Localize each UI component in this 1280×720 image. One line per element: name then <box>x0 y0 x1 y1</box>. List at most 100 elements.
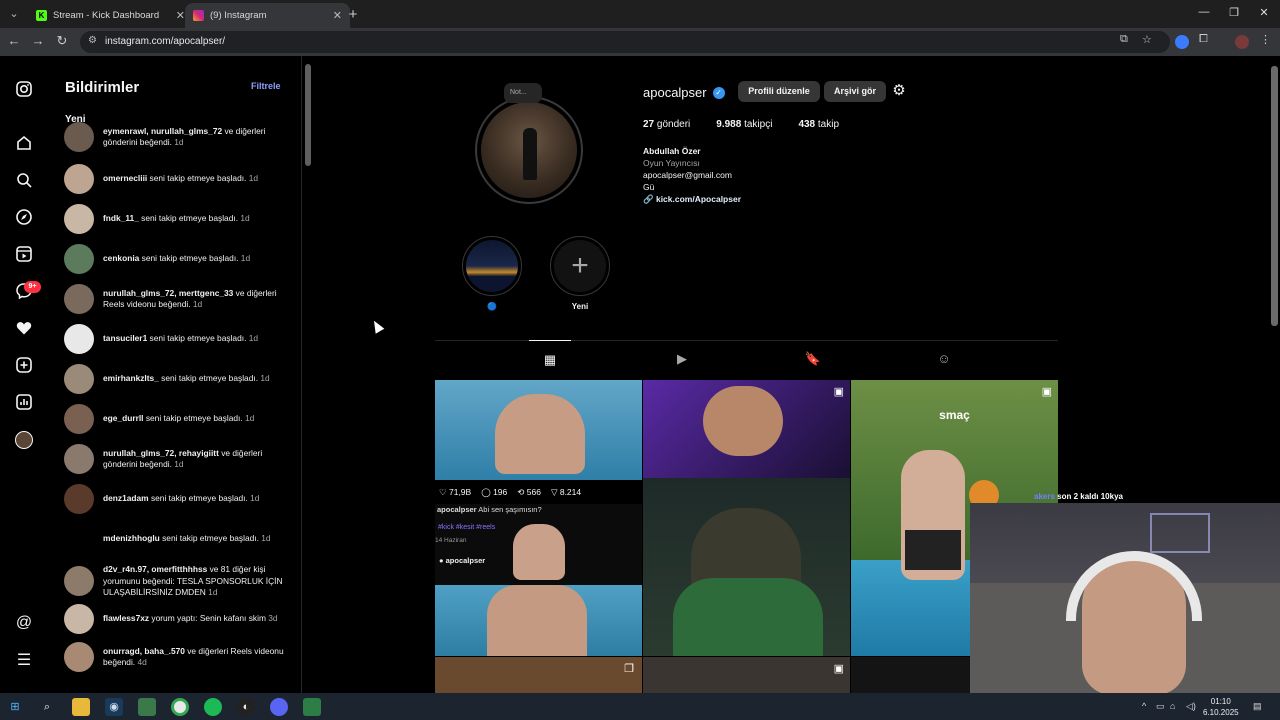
avatar[interactable] <box>64 244 94 274</box>
notification-item[interactable]: cenkonia seni takip etmeye başladı. 1d <box>64 244 292 274</box>
threads-icon[interactable]: @ <box>14 613 34 633</box>
tab-search-button[interactable]: ⌄ <box>4 5 24 23</box>
notification-item[interactable]: onurragd, baha_.570 ve diğerleri Reels v… <box>64 642 292 672</box>
notification-item[interactable]: tansuciler1 seni takip etmeye başladı. 1… <box>64 324 292 354</box>
avatar[interactable] <box>64 444 94 474</box>
tab-posts-grid-icon[interactable]: ▦ <box>529 340 571 369</box>
highlight-new[interactable]: + Yeni <box>550 236 610 311</box>
tab-reels-icon[interactable]: ▶ <box>672 351 692 369</box>
like-count[interactable]: ♡ 71,9B <box>439 487 471 498</box>
taskbar-clock[interactable]: 01:10 6.10.2025 <box>1203 696 1239 718</box>
notifications-heart-icon[interactable] <box>14 319 34 339</box>
avatar[interactable] <box>64 284 94 314</box>
reels-icon[interactable] <box>14 245 34 265</box>
avatar[interactable] <box>64 566 94 597</box>
explore-compass-icon[interactable] <box>14 208 34 228</box>
notification-item[interactable]: emirhankzlts_ seni takip etmeye başladı.… <box>64 364 292 394</box>
note-bubble[interactable]: Not... <box>504 83 542 103</box>
file-explorer-icon[interactable] <box>72 698 90 716</box>
avatar[interactable] <box>64 642 94 672</box>
minimize-button[interactable]: — <box>1194 6 1214 18</box>
discord-icon[interactable] <box>270 698 288 716</box>
profile-avatar-icon[interactable] <box>14 430 34 450</box>
edit-profile-button[interactable]: Profili düzenle <box>738 81 820 102</box>
tray-app-icon[interactable]: ▭ <box>1156 701 1165 712</box>
avatar[interactable] <box>64 324 94 354</box>
tab-kick[interactable]: K Stream - Kick Dashboard ✕ <box>28 3 193 28</box>
reel-tile[interactable]: ▣ <box>643 380 850 656</box>
reel-tile[interactable]: ▣ <box>643 657 850 693</box>
following-count[interactable]: 438 takip <box>798 119 839 130</box>
followers-count[interactable]: 9.988 takipçi <box>716 119 772 130</box>
volume-icon[interactable]: ◁) <box>1186 701 1196 712</box>
spotify-icon[interactable] <box>204 698 222 716</box>
store-icon[interactable] <box>138 698 156 716</box>
create-plus-icon[interactable] <box>14 356 34 376</box>
windows-start-icon[interactable]: ⊞ <box>6 698 24 716</box>
repost-count[interactable]: ⟲ 566 <box>517 487 541 498</box>
notification-item[interactable]: flawless7xz yorum yaptı: Senin kafanı sk… <box>64 604 292 634</box>
filter-button[interactable]: Filtrele <box>251 81 281 91</box>
new-tab-button[interactable]: + <box>344 6 362 23</box>
obs-icon[interactable]: ◐ <box>237 698 255 716</box>
close-icon[interactable]: ✕ <box>333 9 342 22</box>
omnibox[interactable]: ⚙ instagram.com/apocalpser/ <box>80 31 1170 53</box>
browser-menu-icon[interactable]: ⋮ <box>1260 33 1271 46</box>
notification-item[interactable]: denz1adam seni takip etmeye başladı. 1d <box>64 484 292 514</box>
forward-button[interactable]: → <box>28 33 48 48</box>
bookmark-star-icon[interactable]: ☆ <box>1142 33 1152 46</box>
network-icon[interactable]: ⌂ <box>1170 701 1175 711</box>
profile-avatar-icon[interactable] <box>1235 35 1249 49</box>
site-info-icon[interactable]: ⚙ <box>88 35 97 46</box>
settings-gear-icon[interactable]: ⚙ <box>890 82 908 100</box>
notification-item[interactable]: omernecliii seni takip etmeye başladı. 1… <box>64 164 292 194</box>
share-count[interactable]: ▽ 8.214 <box>551 487 581 498</box>
tab-instagram[interactable]: (9) Instagram ✕ <box>185 3 350 28</box>
extensions-puzzle-icon[interactable]: ⧠ <box>1199 33 1208 46</box>
more-menu-icon[interactable]: ☰ <box>14 651 34 671</box>
steam-icon[interactable]: ◉ <box>105 698 123 716</box>
post-tile[interactable]: ♡ 71,9B ◯ 196 ⟲ 566 ▽ 8.214 apocalpser A… <box>435 380 642 656</box>
avatar[interactable] <box>64 524 94 554</box>
tab-tagged-icon[interactable]: ☺ <box>934 351 954 369</box>
home-icon[interactable] <box>14 134 34 154</box>
notification-item[interactable]: nurullah_glms_72, rehayigiitt ve diğerle… <box>64 444 292 474</box>
notification-item[interactable]: ege_durrll seni takip etmeye başladı. 1d <box>64 404 292 434</box>
reload-button[interactable]: ↻ <box>52 33 72 49</box>
notification-center-icon[interactable]: ▤ <box>1253 701 1262 712</box>
post-tile[interactable]: ❐ <box>435 657 642 693</box>
search-icon[interactable] <box>14 171 34 191</box>
avatar[interactable] <box>64 364 94 394</box>
notification-item[interactable]: mdenizhhoglu seni takip etmeye başladı. … <box>64 524 292 554</box>
search-icon[interactable]: ⌕ <box>38 698 56 716</box>
notification-item[interactable]: eymenrawl, nurullah_glms_72 ve diğerleri… <box>64 122 292 152</box>
avatar[interactable] <box>64 404 94 434</box>
view-archive-button[interactable]: Arşivi gör <box>824 81 886 102</box>
highlight-1[interactable]: 🔵 <box>462 236 522 311</box>
profile-picture[interactable] <box>475 96 583 204</box>
close-icon[interactable]: ✕ <box>176 9 185 22</box>
install-app-icon[interactable]: ⧉ <box>1120 33 1128 46</box>
avatar[interactable] <box>64 122 94 152</box>
notification-item[interactable]: nurullah_glms_72, merttgenc_33 ve diğerl… <box>64 284 292 314</box>
avatar[interactable] <box>64 604 94 634</box>
avatar[interactable] <box>64 484 94 514</box>
posts-count[interactable]: 27 gönderi <box>643 119 690 130</box>
xbox-icon[interactable] <box>303 698 321 716</box>
url-text[interactable]: instagram.com/apocalpser/ <box>105 36 225 47</box>
extension-icon[interactable] <box>1175 35 1189 49</box>
profile-link[interactable]: 🔗 kick.com/Apocalpser <box>643 193 741 205</box>
notification-item[interactable]: fndk_11_ seni takip etmeye başladı. 1d <box>64 204 292 234</box>
restore-button[interactable]: ❐ <box>1224 6 1244 19</box>
tray-chevron-icon[interactable]: ^ <box>1142 701 1146 711</box>
instagram-logo-icon[interactable] <box>14 80 34 100</box>
scrollbar-thumb[interactable] <box>1271 66 1278 326</box>
avatar[interactable] <box>64 164 94 194</box>
dashboard-icon[interactable] <box>14 393 34 413</box>
avatar[interactable] <box>64 204 94 234</box>
comment-count[interactable]: ◯ 196 <box>481 487 507 498</box>
tab-saved-icon[interactable]: 🔖 <box>803 351 823 369</box>
notification-item[interactable]: d2v_r4n.97, omerfitthhhss ve 81 diğer ki… <box>64 564 292 599</box>
close-window-button[interactable]: ✕ <box>1254 6 1274 19</box>
back-button[interactable]: ← <box>4 33 24 48</box>
